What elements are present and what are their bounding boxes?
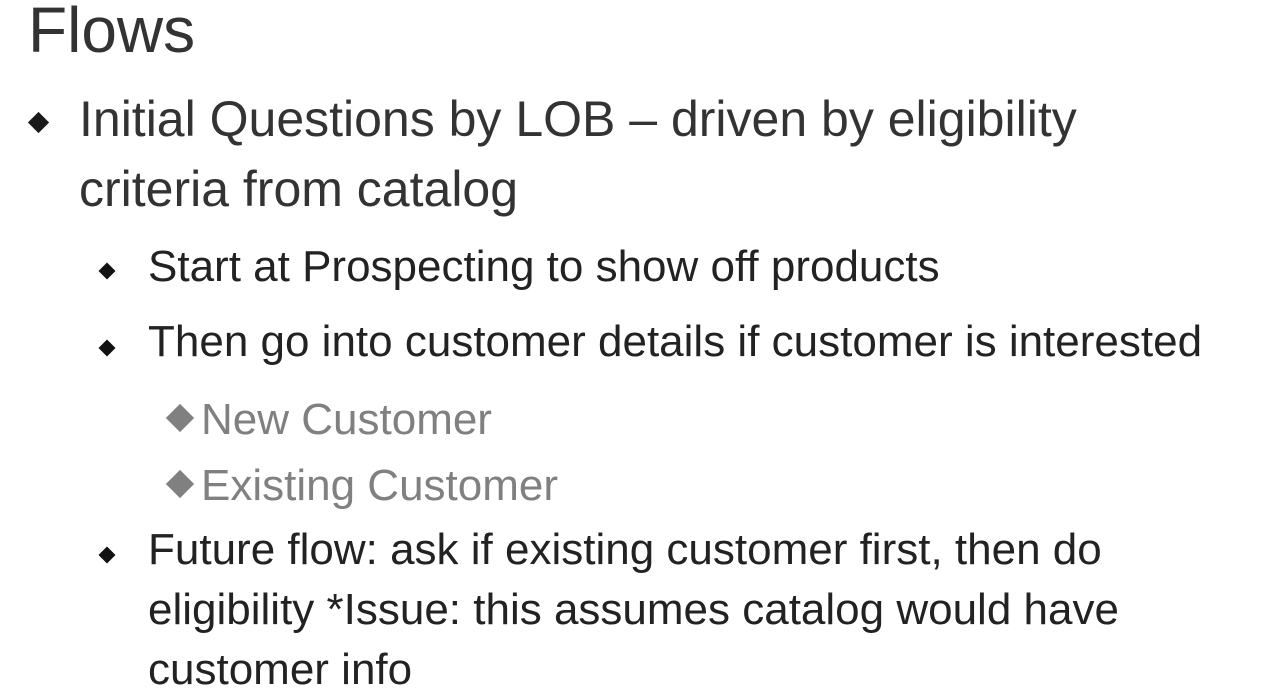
slide: Flows Initial Questions by LOB – driven … xyxy=(0,0,1288,691)
bullet-diamond-icon xyxy=(165,403,195,433)
bullet-diamond-icon xyxy=(98,262,116,280)
bullet-level3-label: New Customer xyxy=(201,395,492,444)
bullet-level2: Future flow: ask if existing customer fi… xyxy=(148,525,1119,691)
bullet-level1: Initial Questions by LOB – driven by eli… xyxy=(79,91,1077,217)
bullet-diamond-icon xyxy=(98,546,116,564)
slide-title: Flows xyxy=(28,0,196,66)
bullet-level2: Start at Prospecting to show off product… xyxy=(148,242,940,291)
bullet-level3: Existing Customer xyxy=(165,458,558,514)
bullet-diamond-icon xyxy=(27,111,50,134)
bullet-level3: New Customer xyxy=(165,392,492,448)
bullet-diamond-icon xyxy=(98,339,116,357)
bullet-diamond-icon xyxy=(165,469,195,499)
bullet-level2: Then go into customer details if custome… xyxy=(148,317,1203,366)
bullet-level3-label: Existing Customer xyxy=(201,461,559,510)
